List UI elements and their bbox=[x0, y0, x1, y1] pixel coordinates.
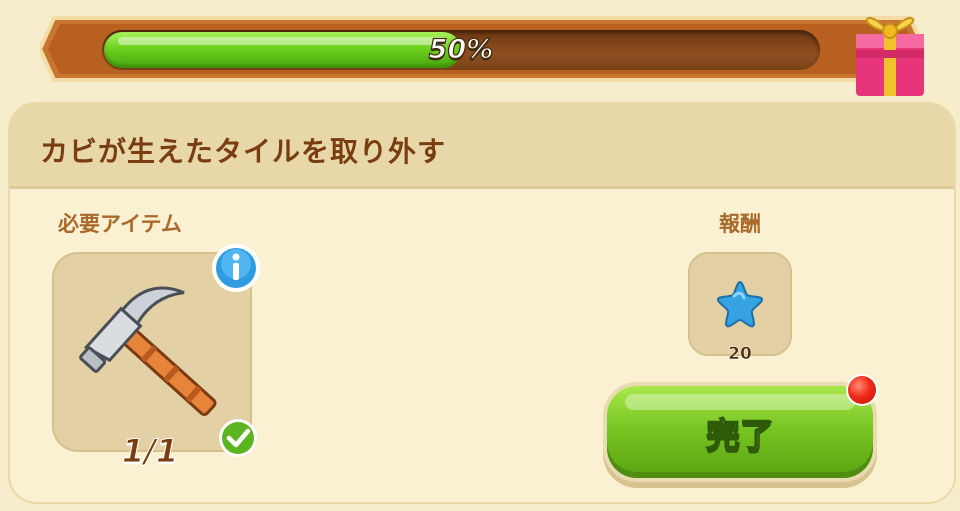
hammer-icon bbox=[79, 286, 217, 416]
complete-button-label: 完了 bbox=[705, 415, 775, 457]
check-icon bbox=[219, 419, 257, 457]
task-title: カビが生えたタイルを取り外す bbox=[40, 135, 447, 168]
progress-bar: 50% bbox=[102, 30, 820, 70]
reward-label: 報酬 bbox=[719, 212, 761, 236]
info-icon[interactable] bbox=[210, 242, 262, 294]
required-items-label: 必要アイテム bbox=[58, 212, 182, 236]
blue-star-icon bbox=[717, 280, 763, 328]
reward-card bbox=[688, 252, 792, 356]
required-item-count: 1/1 bbox=[121, 432, 179, 471]
gift-box-icon[interactable] bbox=[848, 0, 932, 100]
complete-button[interactable]: 完了 bbox=[607, 386, 873, 478]
progress-percent-label: 50% bbox=[428, 33, 494, 65]
task-panel: カビが生えたタイルを取り外す 必要アイテム 1/1 報酬 20 完了 bbox=[10, 104, 954, 502]
progress-header: 50% bbox=[40, 14, 924, 96]
task-header: カビが生えたタイルを取り外す bbox=[10, 104, 954, 189]
notification-badge bbox=[848, 376, 876, 404]
reward-amount: 20 bbox=[728, 344, 752, 365]
